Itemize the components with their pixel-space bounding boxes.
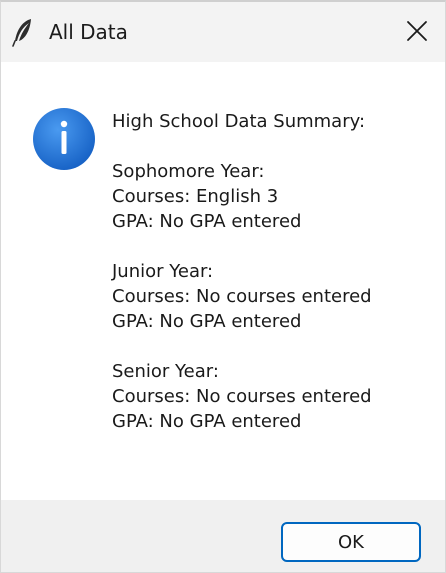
feather-icon [12, 19, 31, 47]
ok-button[interactable]: OK [281, 522, 421, 562]
message-heading: High School Data Summary: [112, 111, 366, 132]
section-gpa: GPA: No GPA entered [112, 211, 302, 232]
info-icon [33, 108, 95, 170]
section-gpa: GPA: No GPA entered [112, 411, 302, 432]
section-courses: Courses: English 3 [112, 186, 279, 207]
section-courses: Courses: No courses entered [112, 286, 372, 307]
message-area: High School Data Summary: Sophomore Year… [1, 62, 445, 500]
section-year: Sophomore Year: [112, 161, 265, 182]
dialog-window: All Data High School Data Summary: Sopho… [0, 0, 446, 573]
close-icon [407, 21, 427, 41]
section-gpa: GPA: No GPA entered [112, 311, 302, 332]
close-button[interactable] [389, 2, 445, 60]
section-courses: Courses: No courses entered [112, 386, 372, 407]
message-text: High School Data Summary: Sophomore Year… [112, 109, 432, 434]
button-bar: OK [1, 500, 445, 572]
window-title: All Data [49, 20, 128, 44]
section-year: Senior Year: [112, 361, 219, 382]
section-year: Junior Year: [112, 261, 214, 282]
title-bar: All Data [1, 2, 445, 62]
